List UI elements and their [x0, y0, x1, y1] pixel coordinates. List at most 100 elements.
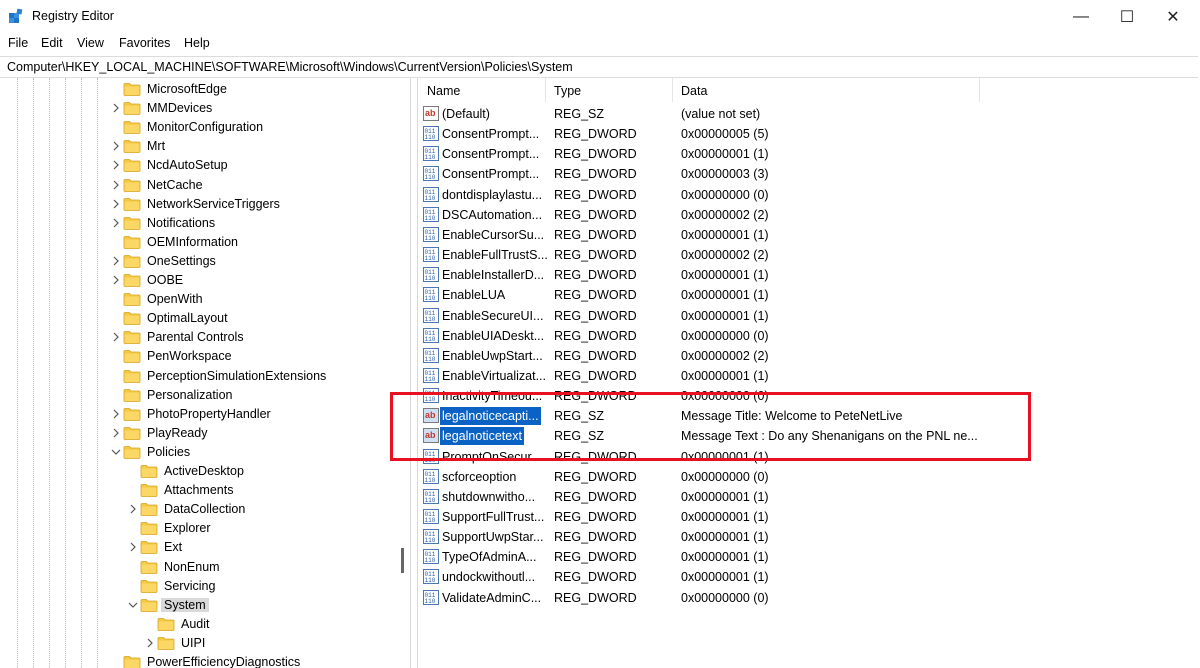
- chevron-down-icon[interactable]: [128, 599, 138, 611]
- tree-item[interactable]: NonEnum: [0, 558, 400, 577]
- folder-icon: [140, 540, 158, 555]
- chevron-right-icon[interactable]: [111, 179, 121, 191]
- annotation-highlight-box: [390, 392, 1031, 461]
- chevron-right-icon[interactable]: [111, 255, 121, 267]
- column-header-data[interactable]: Data: [672, 78, 979, 102]
- tree-item[interactable]: MicrosoftEdge: [0, 80, 400, 99]
- tree-item[interactable]: OneSettings: [0, 252, 400, 271]
- address-path[interactable]: Computer\HKEY_LOCAL_MACHINE\SOFTWARE\Mic…: [7, 60, 573, 74]
- menu-edit[interactable]: Edit: [41, 36, 63, 50]
- dword-value-icon: 011 110: [423, 307, 439, 323]
- tree-item[interactable]: UIPI: [0, 634, 400, 653]
- value-row[interactable]: 011 110 ConsentPrompt... REG_DWORD 0x0000000…: [418, 124, 1200, 144]
- tree-item[interactable]: OpenWith: [0, 290, 400, 309]
- chevron-right-icon[interactable]: [128, 541, 138, 553]
- value-row[interactable]: 011 110 ValidateAdminC... REG_DWORD 0x000000…: [418, 588, 1200, 608]
- values-list-pane[interactable]: Name Type Data ab (Default) REG_SZ (value n…: [417, 78, 1200, 668]
- value-row[interactable]: 011 110 EnableFullTrustS... REG_DWORD 0x0000…: [418, 245, 1200, 265]
- close-button[interactable]: ✕: [1150, 0, 1196, 33]
- chevron-right-icon[interactable]: [128, 503, 138, 515]
- menu-help[interactable]: Help: [184, 36, 210, 50]
- value-row[interactable]: 011 110 EnableUIADeskt... REG_DWORD 0x000000…: [418, 326, 1200, 346]
- value-row[interactable]: 011 110 SupportUwpStar... REG_DWORD 0x000000…: [418, 527, 1200, 547]
- chevron-right-icon[interactable]: [111, 408, 121, 420]
- column-header-type[interactable]: Type: [545, 78, 672, 102]
- tree-item[interactable]: System: [0, 596, 400, 615]
- value-row[interactable]: 011 110 EnableCursorSu... REG_DWORD 0x000000…: [418, 225, 1200, 245]
- tree-item[interactable]: DataCollection: [0, 500, 400, 519]
- value-row[interactable]: 011 110 SupportFullTrust... REG_DWORD 0x0000…: [418, 507, 1200, 527]
- chevron-right-icon[interactable]: [111, 140, 121, 152]
- chevron-right-icon[interactable]: [145, 637, 155, 649]
- tree-item[interactable]: Policies: [0, 443, 400, 462]
- tree-item[interactable]: Parental Controls: [0, 328, 400, 347]
- tree-item[interactable]: PerceptionSimulationExtensions: [0, 367, 400, 386]
- chevron-down-icon[interactable]: [111, 446, 121, 458]
- tree-item-label: DataCollection: [164, 502, 246, 517]
- folder-icon: [123, 216, 141, 230]
- column-divider[interactable]: [979, 78, 980, 102]
- value-row[interactable]: 011 110 shutdownwitho... REG_DWORD 0x0000000…: [418, 487, 1200, 507]
- svg-text:110: 110: [425, 316, 436, 323]
- tree-item[interactable]: PenWorkspace: [0, 347, 400, 366]
- svg-text:110: 110: [425, 255, 436, 262]
- value-data: 0x00000002 (2): [681, 207, 769, 222]
- value-row[interactable]: 011 110 ConsentPrompt... REG_DWORD 0x0000000…: [418, 164, 1200, 184]
- chevron-right-icon[interactable]: [111, 159, 121, 171]
- tree-item[interactable]: Personalization: [0, 386, 400, 405]
- tree-item[interactable]: PowerEfficiencyDiagnostics: [0, 653, 400, 668]
- tree-item[interactable]: MonitorConfiguration: [0, 118, 400, 137]
- chevron-right-icon[interactable]: [111, 217, 121, 229]
- svg-text:110: 110: [425, 336, 436, 343]
- tree-item[interactable]: MMDevices: [0, 99, 400, 118]
- tree-item[interactable]: NetCache: [0, 176, 400, 195]
- value-row[interactable]: 011 110 EnableUwpStart... REG_DWORD 0x000000…: [418, 346, 1200, 366]
- key-tree-pane[interactable]: MicrosoftEdge MMDevices MonitorConfigurati…: [0, 78, 411, 668]
- column-data-label: Data: [681, 84, 708, 98]
- maximize-button[interactable]: ☐: [1104, 0, 1150, 33]
- tree-item-label: Parental Controls: [147, 330, 244, 345]
- minimize-button[interactable]: —: [1058, 0, 1104, 33]
- tree-item[interactable]: Servicing: [0, 577, 400, 596]
- tree-item[interactable]: Attachments: [0, 481, 400, 500]
- chevron-right-icon[interactable]: [111, 274, 121, 286]
- value-row[interactable]: 011 110 EnableSecureUI... REG_DWORD 0x000000…: [418, 306, 1200, 326]
- menu-favorites[interactable]: Favorites: [119, 36, 170, 50]
- value-row[interactable]: ab (Default) REG_SZ (value not set): [418, 104, 1200, 124]
- chevron-right-icon[interactable]: [111, 198, 121, 210]
- value-row[interactable]: 011 110 EnableVirtualizat... REG_DWORD 0x000…: [418, 366, 1200, 386]
- tree-item[interactable]: OOBE: [0, 271, 400, 290]
- value-row[interactable]: 011 110 EnableInstallerD... REG_DWORD 0x0000…: [418, 265, 1200, 285]
- value-row[interactable]: 011 110 DSCAutomation... REG_DWORD 0x0000000…: [418, 205, 1200, 225]
- column-header-name[interactable]: Name: [418, 78, 545, 102]
- value-row[interactable]: 011 110 scforceoption REG_DWORD 0x00000000 (…: [418, 467, 1200, 487]
- tree-item[interactable]: Notifications: [0, 214, 400, 233]
- tree-scroll-thumb[interactable]: [401, 548, 404, 573]
- tree-item[interactable]: Mrt: [0, 137, 400, 156]
- dword-value-icon: 011 110: [423, 589, 439, 605]
- menu-file[interactable]: File: [8, 36, 28, 50]
- tree-item[interactable]: NetworkServiceTriggers: [0, 195, 400, 214]
- value-row[interactable]: 011 110 ConsentPrompt... REG_DWORD 0x0000000…: [418, 144, 1200, 164]
- tree-item[interactable]: PlayReady: [0, 424, 400, 443]
- chevron-right-icon[interactable]: [111, 427, 121, 439]
- value-row[interactable]: 011 110 EnableLUA REG_DWORD 0x00000001 (1): [418, 285, 1200, 305]
- address-bar[interactable]: Computer\HKEY_LOCAL_MACHINE\SOFTWARE\Mic…: [0, 56, 1198, 78]
- value-row[interactable]: 011 110 TypeOfAdminA... REG_DWORD 0x00000001…: [418, 547, 1200, 567]
- tree-item[interactable]: Explorer: [0, 519, 400, 538]
- tree-item[interactable]: Ext: [0, 538, 400, 557]
- tree-item[interactable]: NcdAutoSetup: [0, 156, 400, 175]
- svg-text:110: 110: [425, 235, 436, 242]
- value-row[interactable]: 011 110 undockwithoutl... REG_DWORD 0x000000…: [418, 567, 1200, 587]
- chevron-right-icon[interactable]: [111, 102, 121, 114]
- chevron-right-icon[interactable]: [111, 331, 121, 343]
- value-data: 0x00000001 (1): [681, 530, 769, 545]
- tree-item[interactable]: PhotoPropertyHandler: [0, 405, 400, 424]
- tree-item[interactable]: Audit: [0, 615, 400, 634]
- tree-item[interactable]: OptimalLayout: [0, 309, 400, 328]
- menu-view[interactable]: View: [77, 36, 104, 50]
- value-row[interactable]: 011 110 dontdisplaylastu... REG_DWORD 0x0000…: [418, 185, 1200, 205]
- value-name: ConsentPrompt...: [442, 147, 540, 162]
- tree-item[interactable]: ActiveDesktop: [0, 462, 400, 481]
- tree-item[interactable]: OEMInformation: [0, 233, 400, 252]
